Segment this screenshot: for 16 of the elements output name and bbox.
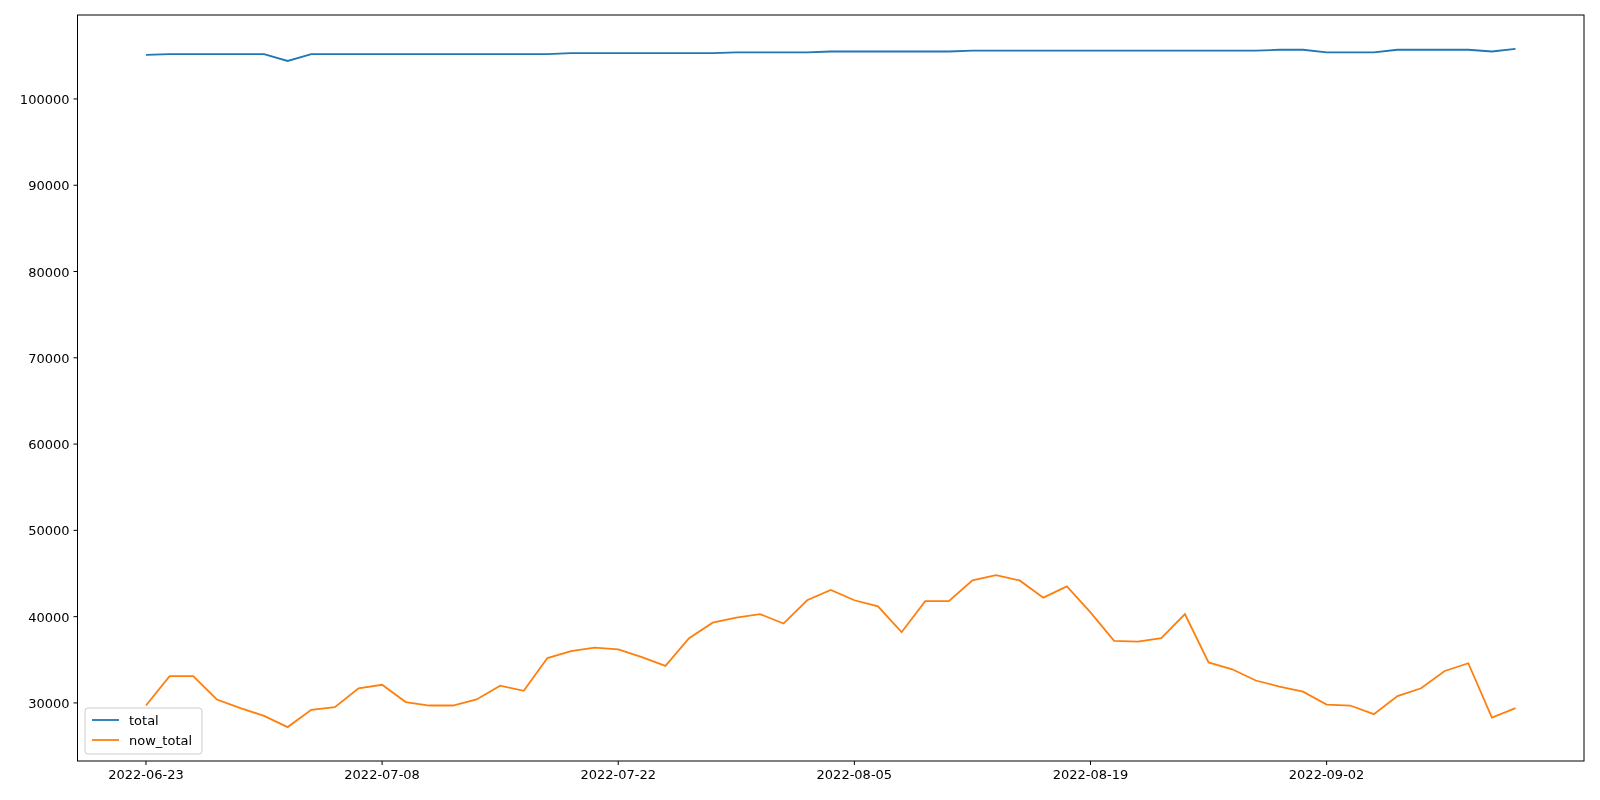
x-tick-label: 2022-06-23 bbox=[108, 767, 184, 782]
legend-label: now_total bbox=[129, 733, 193, 748]
y-tick-label: 50000 bbox=[28, 523, 70, 539]
y-tick-label: 40000 bbox=[28, 609, 70, 625]
y-tick-label: 60000 bbox=[28, 437, 70, 453]
y-tick-label: 80000 bbox=[28, 264, 70, 280]
y-tick-label: 30000 bbox=[28, 695, 70, 711]
y-tick-label: 90000 bbox=[28, 178, 70, 194]
y-tick-label: 100000 bbox=[19, 91, 70, 107]
x-tick-label: 2022-07-22 bbox=[580, 767, 656, 782]
y-tick-label: 70000 bbox=[28, 350, 70, 366]
legend-label: total bbox=[129, 713, 159, 728]
x-tick-label: 2022-08-19 bbox=[1052, 767, 1129, 782]
x-tick-label: 2022-09-02 bbox=[1288, 767, 1365, 782]
x-tick-label: 2022-07-08 bbox=[344, 767, 420, 782]
x-tick-label: 2022-08-05 bbox=[816, 767, 893, 782]
